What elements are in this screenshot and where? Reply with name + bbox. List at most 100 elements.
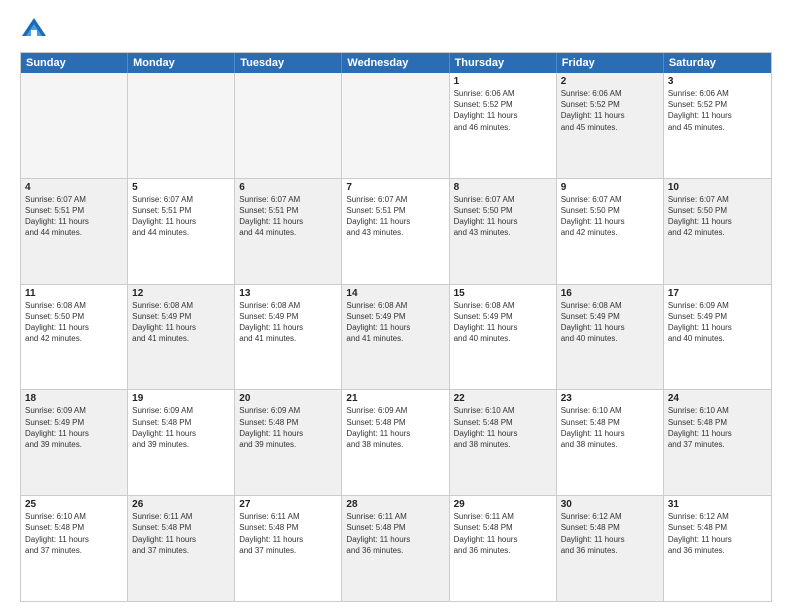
calendar-day-13: 13Sunrise: 6:08 AM Sunset: 5:49 PM Dayli… <box>235 285 342 390</box>
calendar: SundayMondayTuesdayWednesdayThursdayFrid… <box>20 52 772 602</box>
day-info: Sunrise: 6:11 AM Sunset: 5:48 PM Dayligh… <box>239 511 337 556</box>
day-number: 25 <box>25 499 123 510</box>
day-info: Sunrise: 6:06 AM Sunset: 5:52 PM Dayligh… <box>668 88 767 133</box>
calendar-empty-cell <box>21 73 128 178</box>
day-info: Sunrise: 6:07 AM Sunset: 5:50 PM Dayligh… <box>561 194 659 239</box>
day-number: 20 <box>239 393 337 404</box>
day-number: 8 <box>454 182 552 193</box>
day-info: Sunrise: 6:08 AM Sunset: 5:49 PM Dayligh… <box>132 300 230 345</box>
calendar-day-28: 28Sunrise: 6:11 AM Sunset: 5:48 PM Dayli… <box>342 496 449 601</box>
calendar-day-23: 23Sunrise: 6:10 AM Sunset: 5:48 PM Dayli… <box>557 390 664 495</box>
day-number: 11 <box>25 288 123 299</box>
day-number: 2 <box>561 76 659 87</box>
day-number: 12 <box>132 288 230 299</box>
calendar-header: SundayMondayTuesdayWednesdayThursdayFrid… <box>21 53 771 73</box>
day-number: 16 <box>561 288 659 299</box>
calendar-day-1: 1Sunrise: 6:06 AM Sunset: 5:52 PM Daylig… <box>450 73 557 178</box>
calendar-day-20: 20Sunrise: 6:09 AM Sunset: 5:48 PM Dayli… <box>235 390 342 495</box>
header-day-tuesday: Tuesday <box>235 53 342 73</box>
calendar-day-5: 5Sunrise: 6:07 AM Sunset: 5:51 PM Daylig… <box>128 179 235 284</box>
day-number: 19 <box>132 393 230 404</box>
day-info: Sunrise: 6:09 AM Sunset: 5:48 PM Dayligh… <box>346 405 444 450</box>
calendar-day-3: 3Sunrise: 6:06 AM Sunset: 5:52 PM Daylig… <box>664 73 771 178</box>
day-number: 3 <box>668 76 767 87</box>
day-number: 18 <box>25 393 123 404</box>
day-info: Sunrise: 6:08 AM Sunset: 5:49 PM Dayligh… <box>561 300 659 345</box>
day-number: 5 <box>132 182 230 193</box>
calendar-day-4: 4Sunrise: 6:07 AM Sunset: 5:51 PM Daylig… <box>21 179 128 284</box>
day-number: 6 <box>239 182 337 193</box>
day-info: Sunrise: 6:07 AM Sunset: 5:51 PM Dayligh… <box>132 194 230 239</box>
day-info: Sunrise: 6:08 AM Sunset: 5:49 PM Dayligh… <box>346 300 444 345</box>
calendar-day-31: 31Sunrise: 6:12 AM Sunset: 5:48 PM Dayli… <box>664 496 771 601</box>
day-info: Sunrise: 6:07 AM Sunset: 5:51 PM Dayligh… <box>346 194 444 239</box>
day-info: Sunrise: 6:11 AM Sunset: 5:48 PM Dayligh… <box>346 511 444 556</box>
calendar-day-6: 6Sunrise: 6:07 AM Sunset: 5:51 PM Daylig… <box>235 179 342 284</box>
day-info: Sunrise: 6:09 AM Sunset: 5:48 PM Dayligh… <box>132 405 230 450</box>
calendar-body: 1 Sunrise: 6:06 AM Sunset: 5:52 PM Daylig… <box>21 73 771 601</box>
calendar-day-2: 2Sunrise: 6:06 AM Sunset: 5:52 PM Daylig… <box>557 73 664 178</box>
logo <box>20 16 50 44</box>
day-info: Sunrise: 6:07 AM Sunset: 5:50 PM Dayligh… <box>454 194 552 239</box>
day-number: 13 <box>239 288 337 299</box>
day-number: 17 <box>668 288 767 299</box>
day-number: 15 <box>454 288 552 299</box>
day-info: Sunrise: 6:07 AM Sunset: 5:51 PM Dayligh… <box>25 194 123 239</box>
day-number: 24 <box>668 393 767 404</box>
calendar-day-8: 8Sunrise: 6:07 AM Sunset: 5:50 PM Daylig… <box>450 179 557 284</box>
day-info: Sunrise: 6:08 AM Sunset: 5:50 PM Dayligh… <box>25 300 123 345</box>
calendar-week-2: 4Sunrise: 6:07 AM Sunset: 5:51 PM Daylig… <box>21 179 771 285</box>
day-info: Sunrise: 6:07 AM Sunset: 5:51 PM Dayligh… <box>239 194 337 239</box>
day-info: Sunrise: 6:07 AM Sunset: 5:50 PM Dayligh… <box>668 194 767 239</box>
day-number: 7 <box>346 182 444 193</box>
calendar-day-16: 16Sunrise: 6:08 AM Sunset: 5:49 PM Dayli… <box>557 285 664 390</box>
calendar-day-30: 30Sunrise: 6:12 AM Sunset: 5:48 PM Dayli… <box>557 496 664 601</box>
header-day-wednesday: Wednesday <box>342 53 449 73</box>
day-number: 28 <box>346 499 444 510</box>
day-number: 1 <box>454 76 552 87</box>
day-info: Sunrise: 6:09 AM Sunset: 5:48 PM Dayligh… <box>239 405 337 450</box>
day-info: Sunrise: 6:09 AM Sunset: 5:49 PM Dayligh… <box>25 405 123 450</box>
calendar-day-25: 25Sunrise: 6:10 AM Sunset: 5:48 PM Dayli… <box>21 496 128 601</box>
day-number: 14 <box>346 288 444 299</box>
calendar-day-10: 10Sunrise: 6:07 AM Sunset: 5:50 PM Dayli… <box>664 179 771 284</box>
calendar-week-5: 25Sunrise: 6:10 AM Sunset: 5:48 PM Dayli… <box>21 496 771 601</box>
calendar-day-11: 11Sunrise: 6:08 AM Sunset: 5:50 PM Dayli… <box>21 285 128 390</box>
calendar-day-29: 29Sunrise: 6:11 AM Sunset: 5:48 PM Dayli… <box>450 496 557 601</box>
calendar-day-24: 24Sunrise: 6:10 AM Sunset: 5:48 PM Dayli… <box>664 390 771 495</box>
day-number: 27 <box>239 499 337 510</box>
day-info: Sunrise: 6:10 AM Sunset: 5:48 PM Dayligh… <box>25 511 123 556</box>
calendar-day-27: 27Sunrise: 6:11 AM Sunset: 5:48 PM Dayli… <box>235 496 342 601</box>
day-info: Sunrise: 6:08 AM Sunset: 5:49 PM Dayligh… <box>239 300 337 345</box>
day-info: Sunrise: 6:10 AM Sunset: 5:48 PM Dayligh… <box>561 405 659 450</box>
day-number: 31 <box>668 499 767 510</box>
day-info: Sunrise: 6:08 AM Sunset: 5:49 PM Dayligh… <box>454 300 552 345</box>
calendar-day-22: 22Sunrise: 6:10 AM Sunset: 5:48 PM Dayli… <box>450 390 557 495</box>
calendar-day-14: 14Sunrise: 6:08 AM Sunset: 5:49 PM Dayli… <box>342 285 449 390</box>
day-number: 21 <box>346 393 444 404</box>
logo-icon <box>20 16 48 44</box>
calendar-day-19: 19Sunrise: 6:09 AM Sunset: 5:48 PM Dayli… <box>128 390 235 495</box>
calendar-empty-cell <box>128 73 235 178</box>
day-number: 29 <box>454 499 552 510</box>
calendar-empty-cell <box>235 73 342 178</box>
day-info: Sunrise: 6:09 AM Sunset: 5:49 PM Dayligh… <box>668 300 767 345</box>
calendar-day-17: 17Sunrise: 6:09 AM Sunset: 5:49 PM Dayli… <box>664 285 771 390</box>
day-info: Sunrise: 6:12 AM Sunset: 5:48 PM Dayligh… <box>561 511 659 556</box>
day-number: 9 <box>561 182 659 193</box>
header-day-thursday: Thursday <box>450 53 557 73</box>
header-day-friday: Friday <box>557 53 664 73</box>
day-number: 10 <box>668 182 767 193</box>
calendar-day-15: 15Sunrise: 6:08 AM Sunset: 5:49 PM Dayli… <box>450 285 557 390</box>
page: SundayMondayTuesdayWednesdayThursdayFrid… <box>0 0 792 612</box>
day-info: Sunrise: 6:10 AM Sunset: 5:48 PM Dayligh… <box>454 405 552 450</box>
day-info: Sunrise: 6:12 AM Sunset: 5:48 PM Dayligh… <box>668 511 767 556</box>
calendar-day-9: 9Sunrise: 6:07 AM Sunset: 5:50 PM Daylig… <box>557 179 664 284</box>
calendar-week-3: 11Sunrise: 6:08 AM Sunset: 5:50 PM Dayli… <box>21 285 771 391</box>
header <box>20 16 772 44</box>
day-info: Sunrise: 6:11 AM Sunset: 5:48 PM Dayligh… <box>132 511 230 556</box>
day-number: 30 <box>561 499 659 510</box>
calendar-week-1: 1 Sunrise: 6:06 AM Sunset: 5:52 PM Daylig… <box>21 73 771 179</box>
day-number: 26 <box>132 499 230 510</box>
header-day-saturday: Saturday <box>664 53 771 73</box>
